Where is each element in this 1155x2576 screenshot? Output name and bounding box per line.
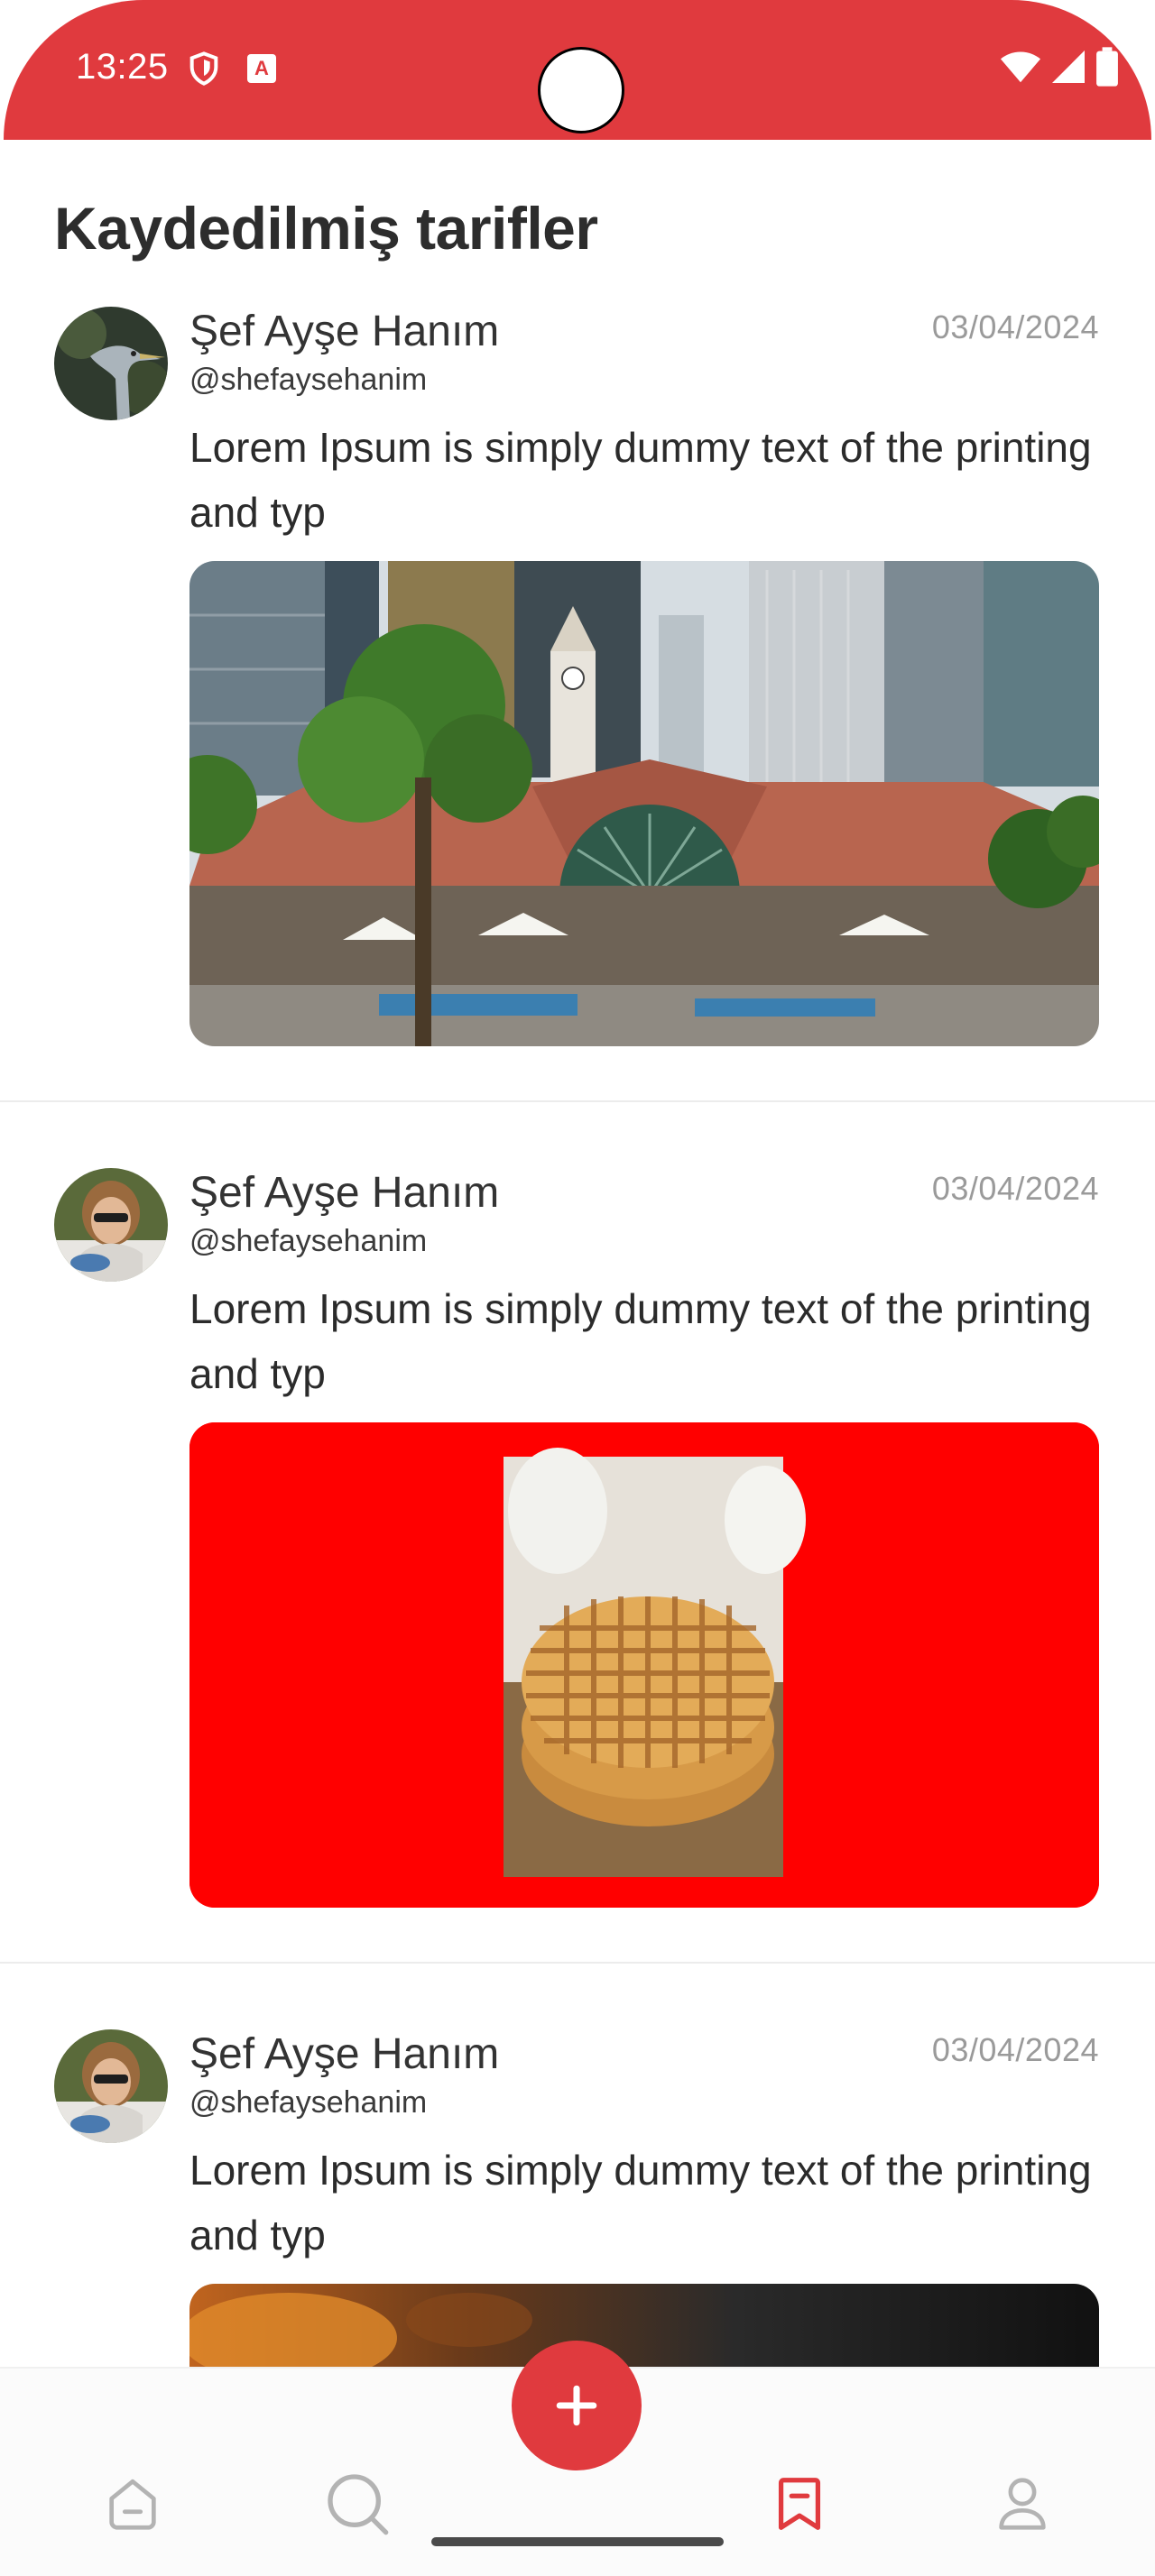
chef-avatar-image [54,2029,168,2143]
signal-icon [1052,51,1085,83]
post-divider [0,1100,1155,1102]
author-handle[interactable]: @shefaysehanim [189,1224,427,1259]
profile-icon [999,2478,1046,2530]
author-handle[interactable]: @shefaysehanim [189,2085,427,2121]
avatar[interactable] [54,1168,168,1282]
camera-cutout [538,47,624,133]
chef-avatar-image [54,1168,168,1282]
post-date: 03/04/2024 [931,308,1099,345]
recipe-post[interactable]: Şef Ayşe Hanım @shefaysehanim 03/04/2024… [0,298,1155,1102]
home-icon [109,2479,156,2530]
author-name[interactable]: Şef Ayşe Hanım [189,307,499,356]
add-icon [556,2385,597,2426]
nav-search[interactable] [321,2468,393,2540]
recipe-post[interactable]: Şef Ayşe Hanım @shefaysehanim 03/04/2024… [0,2020,1155,2392]
post-text[interactable]: Lorem Ipsum is simply dummy text of the … [189,2138,1101,2268]
wifi-icon [1000,51,1041,83]
post-text[interactable]: Lorem Ipsum is simply dummy text of the … [189,415,1101,545]
home-indicator[interactable] [431,2537,724,2546]
search-icon [328,2474,389,2535]
author-handle[interactable]: @shefaysehanim [189,363,427,398]
nav-profile[interactable] [986,2468,1058,2540]
nav-saved[interactable] [763,2468,836,2540]
battery-icon [1096,47,1118,87]
app-notification-icon: A [247,54,276,83]
nav-home[interactable] [97,2468,169,2540]
bookmark-icon [778,2478,821,2530]
post-text[interactable]: Lorem Ipsum is simply dummy text of the … [189,1276,1101,1406]
page-title: Kaydedilmiş tarifler [54,195,598,262]
post-divider [0,1962,1155,1964]
add-recipe-button[interactable] [512,2341,642,2470]
shield-icon [189,51,218,86]
author-name[interactable]: Şef Ayşe Hanım [189,1168,499,1218]
waffle-image[interactable] [189,1422,1099,1908]
status-time: 13:25 [76,47,169,87]
market-building-image[interactable] [189,561,1099,1046]
recipe-post[interactable]: Şef Ayşe Hanım @shefaysehanim 03/04/2024… [0,1159,1155,1964]
heron-avatar-image [54,307,168,420]
post-date: 03/04/2024 [931,1170,1099,1207]
status-icons [1000,47,1119,87]
author-name[interactable]: Şef Ayşe Hanım [189,2029,499,2079]
post-date: 03/04/2024 [931,2031,1099,2068]
status-bar: 13:25 A [4,0,1151,140]
avatar[interactable] [54,307,168,420]
avatar[interactable] [54,2029,168,2143]
